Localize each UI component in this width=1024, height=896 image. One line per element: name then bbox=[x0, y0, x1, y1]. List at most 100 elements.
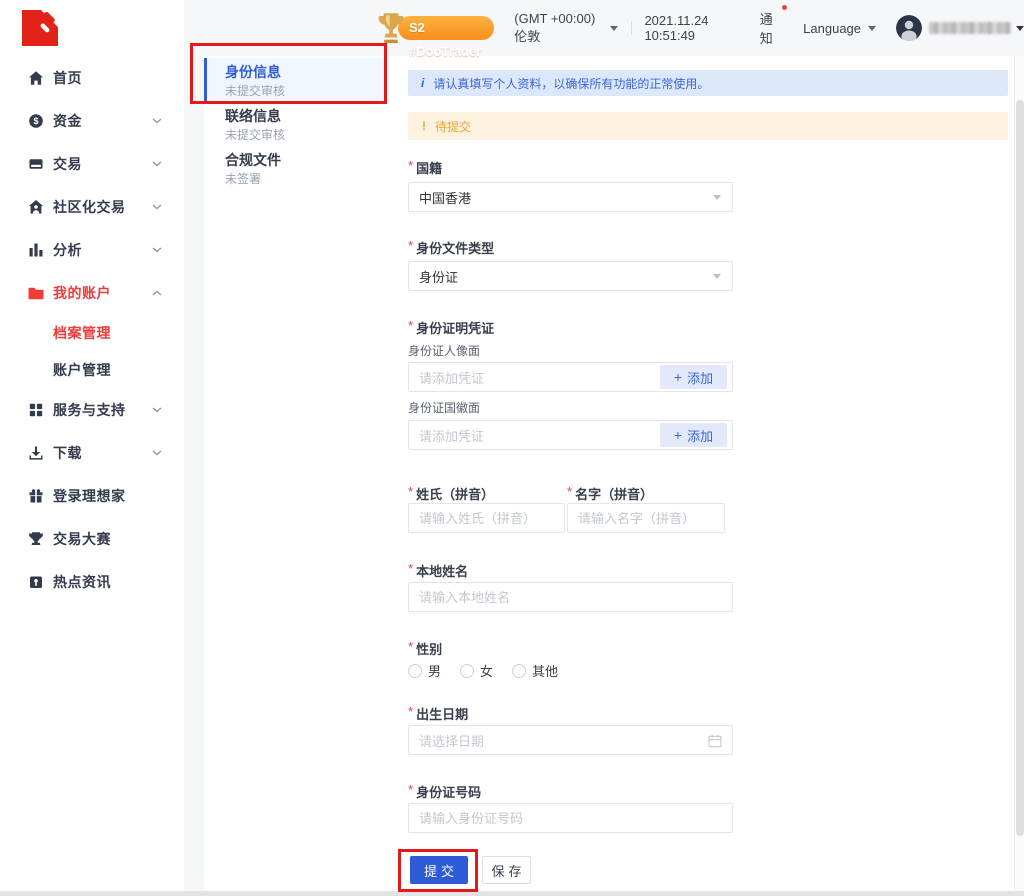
sidebar-item-label: 交易 bbox=[53, 154, 82, 174]
date-placeholder: 请选择日期 bbox=[419, 731, 484, 750]
active-tab-indicator bbox=[204, 58, 207, 102]
gender-option-male[interactable]: 男 bbox=[408, 661, 441, 680]
doo-prime-logo-icon[interactable] bbox=[22, 10, 58, 46]
sidebar-item-funds[interactable]: $ 资金 bbox=[0, 99, 184, 142]
sidebar-item-services-support[interactable]: 服务与支持 bbox=[0, 388, 184, 431]
my-account-folder-icon bbox=[28, 285, 44, 301]
services-icon bbox=[28, 402, 44, 418]
exclamation-icon bbox=[422, 119, 426, 133]
username-redacted bbox=[929, 22, 1011, 34]
sidebar-item-community-trading[interactable]: 社区化交易 bbox=[0, 185, 184, 228]
id-number-input[interactable] bbox=[408, 803, 733, 833]
gender-option-other[interactable]: 其他 bbox=[512, 661, 558, 680]
home-icon bbox=[28, 70, 44, 86]
gift-icon bbox=[28, 488, 44, 504]
id-number-label: 身份证号码 bbox=[408, 782, 481, 801]
sidebar-subitem-label: 档案管理 bbox=[53, 323, 111, 343]
sidebar-item-label: 社区化交易 bbox=[53, 197, 126, 217]
tab-status: 未提交审核 bbox=[225, 82, 285, 99]
tab-compliance-docs[interactable]: 合规文件 未签署 bbox=[204, 146, 384, 190]
id-front-add-button[interactable]: 添加 bbox=[660, 365, 727, 389]
top-header: S2 #DooTrader (GMT +00:00) 伦敦 2021.11.24… bbox=[184, 0, 1024, 56]
required-asterisk bbox=[408, 704, 416, 723]
radio-circle-icon bbox=[408, 664, 422, 678]
sidebar-item-trading-contest[interactable]: 交易大赛 bbox=[0, 517, 184, 560]
chevron-down-icon bbox=[713, 274, 721, 279]
nationality-value: 中国香港 bbox=[419, 188, 471, 207]
sidebar-item-trade[interactable]: 交易 bbox=[0, 142, 184, 185]
chevron-down-icon bbox=[152, 204, 162, 210]
chevron-down-icon bbox=[868, 26, 876, 31]
status-banner: 待提交 bbox=[408, 112, 1008, 140]
sidebar-item-label: 分析 bbox=[53, 240, 82, 260]
save-button[interactable]: 保存 bbox=[482, 856, 531, 884]
id-back-upload-field[interactable]: 请添加凭证 添加 bbox=[408, 420, 733, 450]
gender-option-female[interactable]: 女 bbox=[460, 661, 493, 680]
app-root: 首页 $ 资金 交易 社区化交易 分析 bbox=[0, 0, 1024, 896]
sidebar-item-label: 我的账户 bbox=[53, 283, 111, 303]
timezone-selector[interactable]: (GMT +00:00) 伦敦 bbox=[514, 11, 617, 45]
surname-input[interactable] bbox=[408, 503, 565, 533]
chevron-down-icon bbox=[152, 118, 162, 124]
id-doc-type-value: 身份证 bbox=[419, 267, 458, 286]
surname-label: 姓氏（拼音） bbox=[408, 484, 494, 503]
id-front-upload-field[interactable]: 请添加凭证 添加 bbox=[408, 362, 733, 392]
calendar-icon bbox=[708, 734, 722, 748]
nationality-select[interactable]: 中国香港 bbox=[408, 182, 733, 212]
gender-label: 性别 bbox=[408, 639, 442, 658]
sidebar-subitem-account-management[interactable]: 账户管理 bbox=[0, 351, 184, 388]
user-menu[interactable] bbox=[896, 15, 1024, 41]
sidebar-item-label: 下载 bbox=[53, 443, 82, 463]
avatar bbox=[896, 15, 922, 41]
submit-button[interactable]: 提交 bbox=[410, 856, 468, 884]
sidebar-item-my-account[interactable]: 我的账户 bbox=[0, 271, 184, 314]
tab-title: 身份信息 bbox=[225, 62, 281, 82]
id-proof-label: 身份证明凭证 bbox=[408, 318, 494, 337]
main-panel: 身份信息 未提交审核 联络信息 未提交审核 合规文件 未签署 请认真填写个人资料… bbox=[204, 56, 1014, 891]
tab-title: 联络信息 bbox=[225, 106, 281, 126]
required-asterisk bbox=[408, 782, 416, 801]
chevron-down-icon bbox=[610, 26, 618, 31]
sidebar-item-download[interactable]: 下载 bbox=[0, 431, 184, 474]
given-name-input[interactable] bbox=[567, 503, 725, 533]
tab-contact-info[interactable]: 联络信息 未提交审核 bbox=[204, 102, 384, 146]
required-asterisk bbox=[567, 484, 575, 503]
chevron-down-icon bbox=[152, 450, 162, 456]
id-doc-type-label: 身份文件类型 bbox=[408, 238, 494, 257]
sidebar: 首页 $ 资金 交易 社区化交易 分析 bbox=[0, 0, 184, 891]
tab-identity-info[interactable]: 身份信息 未提交审核 bbox=[204, 58, 384, 102]
chevron-down-icon bbox=[713, 195, 721, 200]
id-doc-type-select[interactable]: 身份证 bbox=[408, 261, 733, 291]
id-back-label: 身份证国徽面 bbox=[408, 399, 480, 416]
sidebar-item-home[interactable]: 首页 bbox=[0, 56, 184, 99]
gender-radio-group: 男 女 其他 bbox=[408, 661, 558, 680]
sidebar-subitem-profile-management[interactable]: 档案管理 bbox=[0, 314, 184, 351]
info-banner: 请认真填写个人资料，以确保所有功能的正常使用。 bbox=[408, 70, 1008, 96]
notifications-link[interactable]: 通知 bbox=[760, 9, 781, 47]
radio-circle-icon bbox=[512, 664, 526, 678]
dootrader-promo-badge[interactable]: S2 #DooTrader bbox=[376, 12, 494, 44]
chevron-down-icon bbox=[1016, 26, 1024, 31]
chevron-down-icon bbox=[152, 407, 162, 413]
plus-icon bbox=[674, 369, 682, 385]
news-icon bbox=[28, 574, 44, 590]
community-icon bbox=[28, 199, 44, 215]
sidebar-item-label: 首页 bbox=[53, 68, 82, 88]
datetime-display: 2021.11.24 10:51:49 bbox=[644, 13, 741, 43]
language-selector[interactable]: Language bbox=[803, 21, 876, 36]
id-back-add-button[interactable]: 添加 bbox=[660, 423, 727, 447]
local-name-input[interactable] bbox=[408, 582, 733, 612]
sidebar-item-hot-news[interactable]: 热点资讯 bbox=[0, 560, 184, 603]
scrollbar-thumb[interactable] bbox=[1016, 100, 1024, 836]
scrollbar[interactable] bbox=[1014, 56, 1024, 891]
info-icon bbox=[421, 76, 424, 90]
sidebar-nav: 首页 $ 资金 交易 社区化交易 分析 bbox=[0, 56, 184, 603]
tab-title: 合规文件 bbox=[225, 150, 281, 170]
birth-date-picker[interactable]: 请选择日期 bbox=[408, 725, 733, 755]
svg-text:$: $ bbox=[33, 116, 38, 126]
sidebar-item-login-lixiangjia[interactable]: 登录理想家 bbox=[0, 474, 184, 517]
sidebar-item-analysis[interactable]: 分析 bbox=[0, 228, 184, 271]
sidebar-item-label: 热点资讯 bbox=[53, 572, 111, 592]
timezone-label: (GMT +00:00) 伦敦 bbox=[514, 11, 602, 45]
tab-status: 未提交审核 bbox=[225, 126, 285, 143]
